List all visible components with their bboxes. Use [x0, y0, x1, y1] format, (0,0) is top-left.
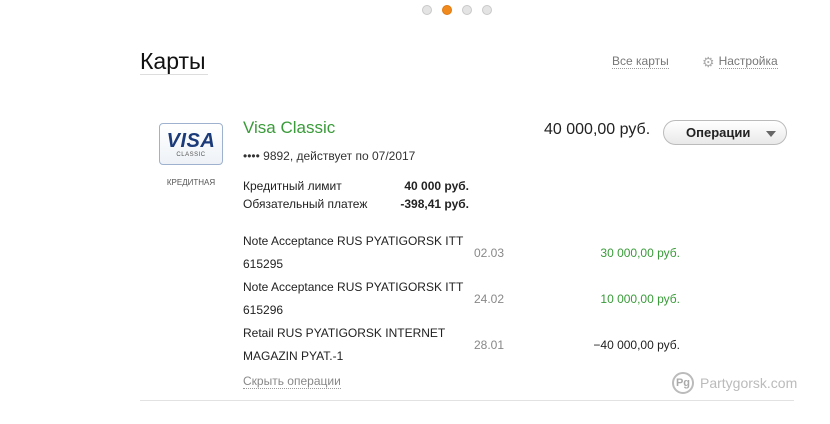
transaction-date: 24.02: [474, 292, 505, 306]
watermark: Pg Partygorsk.com: [672, 372, 797, 394]
carousel-dot-3[interactable]: [462, 5, 472, 15]
title-underline: [140, 74, 208, 75]
card-type-label: КРЕДИТНАЯ: [166, 178, 216, 187]
carousel-dot-2[interactable]: [442, 5, 452, 15]
payment-label: Обязательный платеж: [243, 197, 368, 211]
watermark-text: Partygorsk.com: [700, 375, 798, 391]
transaction-description: Note Acceptance RUS PYATIGORSK ITT 61529…: [243, 234, 464, 271]
operations-dropdown-button[interactable]: Операции: [663, 120, 787, 145]
transaction-date: 28.01: [474, 338, 505, 352]
operations-label: Операции: [686, 125, 751, 140]
carousel-dots: [422, 5, 492, 15]
card-name-link[interactable]: Visa Classic: [243, 118, 335, 138]
card-balance: 40 000,00 руб.: [544, 121, 651, 138]
carousel-dot-4[interactable]: [482, 5, 492, 15]
transaction-amount: 30 000,00 руб.: [600, 246, 680, 260]
transaction-date: 02.03: [474, 246, 505, 260]
transaction-description: Note Acceptance RUS PYATIGORSK ITT 61529…: [243, 280, 464, 317]
section-title: Карты: [140, 48, 206, 74]
credit-limit-value: 40 000 руб.: [404, 179, 469, 193]
transaction-amount: 10 000,00 руб.: [600, 292, 680, 306]
settings-link[interactable]: ⚙ Настройка: [702, 54, 778, 69]
chevron-down-icon: [766, 131, 776, 137]
all-cards-link[interactable]: Все карты: [612, 54, 669, 69]
card-number-info: •••• 9892, действует по 07/2017: [243, 149, 416, 163]
settings-label: Настройка: [718, 54, 778, 69]
visa-logo-sub: CLASSIC: [176, 152, 206, 158]
payment-value: -398,41 руб.: [400, 197, 469, 211]
visa-card-image: VISA CLASSIC: [159, 123, 223, 165]
hide-operations-link[interactable]: Скрыть операции: [243, 374, 341, 389]
visa-logo: VISA: [166, 130, 216, 152]
gear-icon: ⚙: [702, 53, 715, 70]
credit-limit-label: Кредитный лимит: [243, 179, 342, 193]
transaction-description: Retail RUS PYATIGORSK INTERNET MAGAZIN P…: [243, 326, 446, 363]
divider: [140, 400, 794, 401]
watermark-logo: Pg: [672, 372, 694, 394]
transaction-amount: −40 000,00 руб.: [593, 338, 680, 352]
carousel-dot-1[interactable]: [422, 5, 432, 15]
